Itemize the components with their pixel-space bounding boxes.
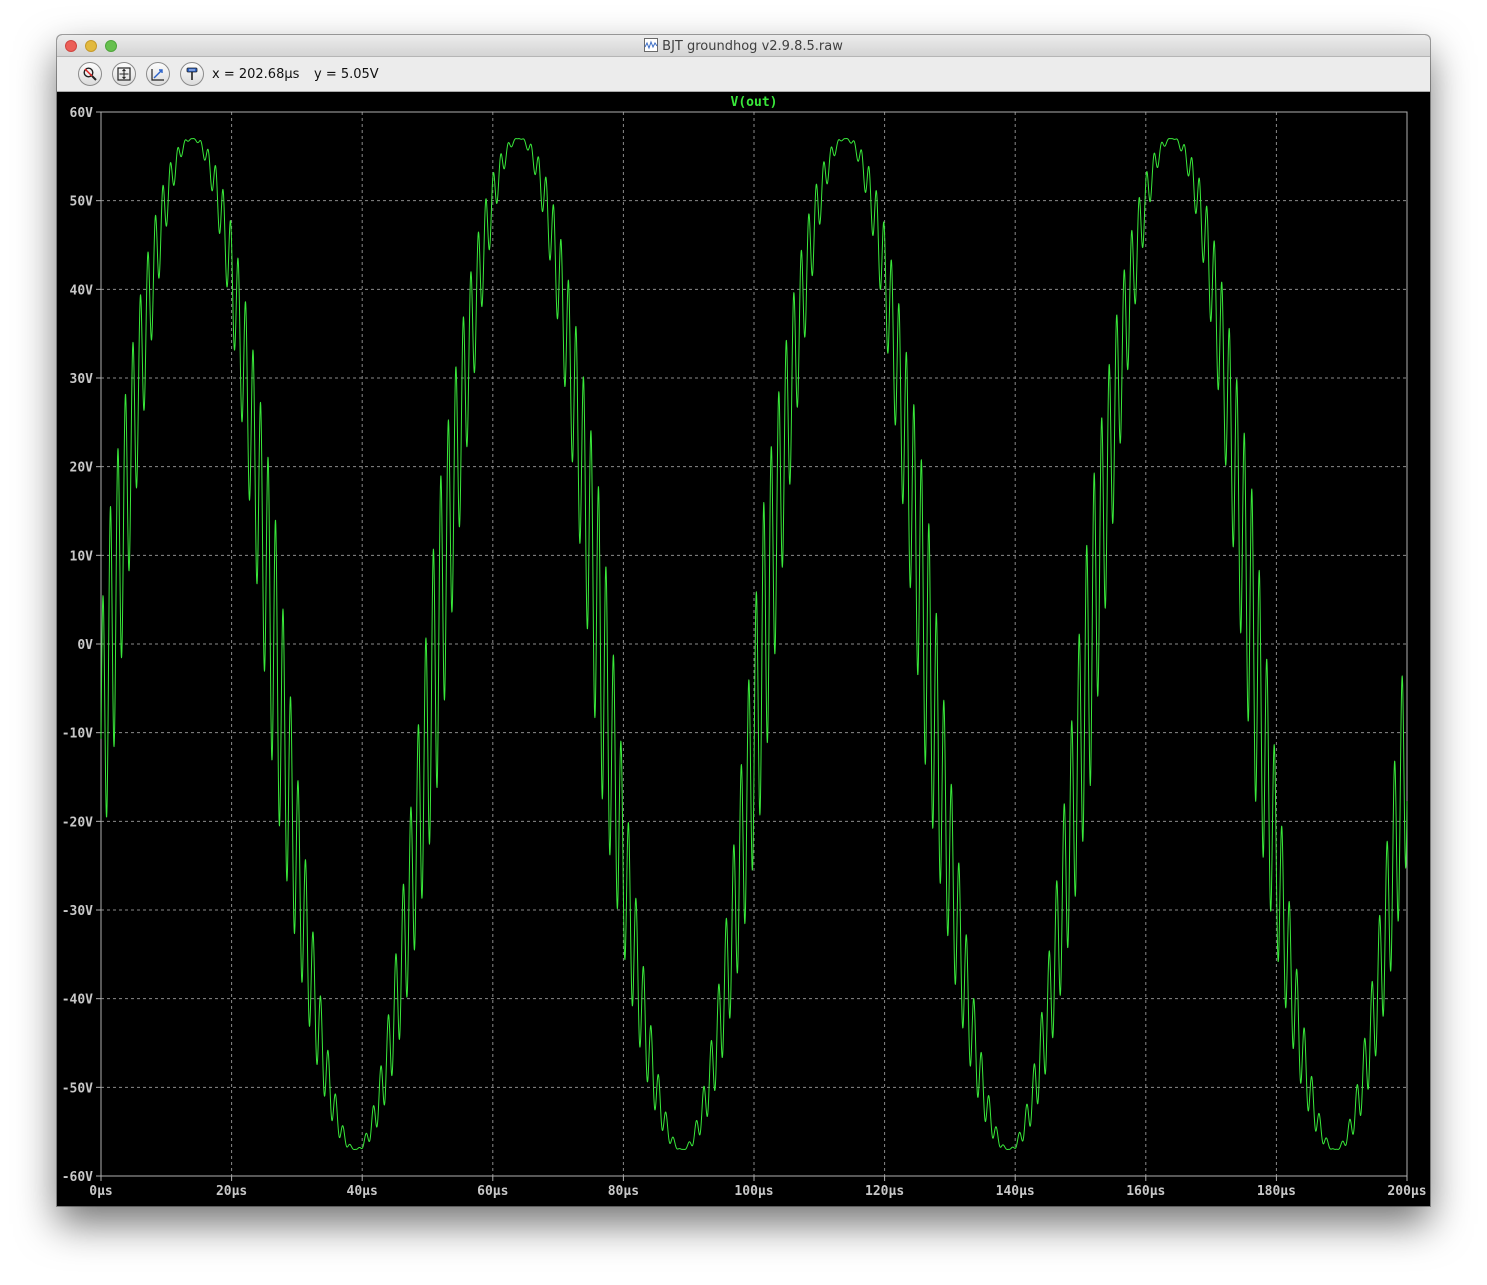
y-tick-label: 50V xyxy=(70,195,94,210)
x-tick-label: 100µs xyxy=(734,1184,773,1199)
toolbar: x = 202.68µs y = 5.05V xyxy=(57,57,1430,92)
x-tick-label: 200µs xyxy=(1387,1184,1426,1199)
y-tick-label: -50V xyxy=(62,1081,93,1096)
x-tick-label: 140µs xyxy=(996,1184,1035,1199)
x-tick-label: 20µs xyxy=(216,1184,247,1199)
waveform-document-icon xyxy=(644,38,659,52)
y-tick-label: -20V xyxy=(62,815,93,830)
probe-button[interactable] xyxy=(180,62,204,86)
y-tick-label: 30V xyxy=(70,372,94,387)
waveform-plot[interactable]: 60V 50V 40V 30V 20V 10V 0V -10V -20V -30V -40V -50V… xyxy=(57,92,1430,1206)
x-tick-label: 40µs xyxy=(347,1184,378,1199)
pan-icon xyxy=(151,69,164,81)
zoom-button[interactable] xyxy=(78,62,102,86)
chart-title: V(out) xyxy=(731,95,778,110)
autorange-button[interactable] xyxy=(112,62,136,86)
x-tick-label: 0µs xyxy=(89,1184,112,1199)
title-bar: BJT groundhog v2.9.8.5.raw xyxy=(57,35,1430,57)
x-tick-label: 120µs xyxy=(865,1184,904,1199)
y-axis-ticks: 60V 50V 40V 30V 20V 10V 0V -10V -20V -30V -40V -50V… xyxy=(62,106,101,1185)
x-tick-label: 180µs xyxy=(1257,1184,1296,1199)
y-tick-label: -40V xyxy=(62,993,93,1008)
window-title: BJT groundhog v2.9.8.5.raw xyxy=(662,39,843,54)
autorange-icon xyxy=(117,67,131,81)
y-tick-label: 40V xyxy=(70,283,94,298)
x-tick-label: 80µs xyxy=(608,1184,639,1199)
y-tick-label: 10V xyxy=(70,549,94,564)
x-axis-ticks: 0µs 20µs 40µs 60µs 80µs 100µs 120µs 140µs 160µs 1… xyxy=(89,1176,1427,1199)
y-tick-label: -10V xyxy=(62,727,93,742)
x-tick-label: 160µs xyxy=(1126,1184,1165,1199)
y-tick-label: -30V xyxy=(62,904,93,919)
y-tick-label: 20V xyxy=(70,461,94,476)
x-tick-label: 60µs xyxy=(477,1184,508,1199)
zoom-icon xyxy=(83,67,97,81)
cursor-y-readout: y = 5.05V xyxy=(314,67,379,82)
y-tick-label: 60V xyxy=(70,106,94,121)
probe-icon xyxy=(186,67,198,80)
pan-button[interactable] xyxy=(146,62,170,86)
window-title-wrap: BJT groundhog v2.9.8.5.raw xyxy=(57,38,1430,55)
plot-grid xyxy=(101,112,1407,1176)
waveform-viewer-window: BJT groundhog v2.9.8.5.raw x = 202.68µs … xyxy=(57,35,1430,1206)
y-tick-label: 0V xyxy=(77,638,93,653)
y-tick-label: -60V xyxy=(62,1170,93,1185)
cursor-x-readout: x = 202.68µs xyxy=(212,67,300,82)
